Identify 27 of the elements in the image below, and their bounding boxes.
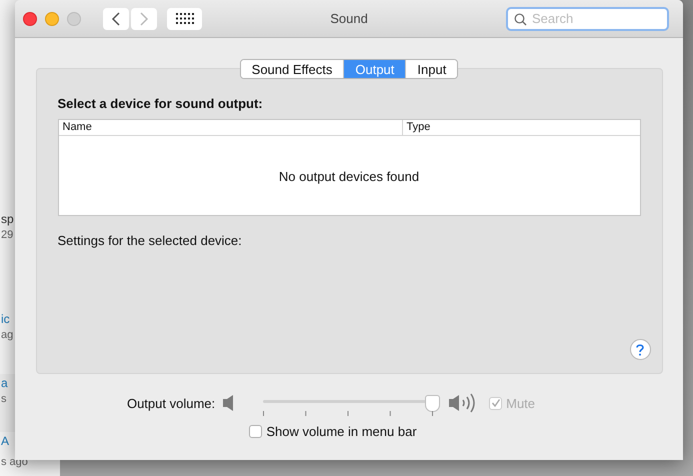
item-subtitle: ag (1, 329, 14, 342)
search-field[interactable]: Search (506, 6, 669, 30)
checkmark-icon (490, 398, 501, 408)
column-header[interactable]: Name (58, 120, 402, 135)
tab[interactable]: Input (405, 60, 458, 78)
window-title: Sound (329, 11, 369, 26)
help-icon (636, 344, 644, 356)
chevron-left-icon (111, 12, 121, 26)
settings-label: Settings for the selected device: (58, 233, 243, 248)
help-button[interactable] (630, 339, 650, 360)
menu-bar-checkbox[interactable]: Show volume in menu bar (249, 424, 417, 439)
column-header[interactable]: Type (402, 120, 430, 135)
back-button[interactable] (103, 8, 129, 30)
grid-icon (176, 12, 194, 24)
item-subtitle: 29 (1, 229, 14, 242)
chevron-right-icon (139, 12, 149, 26)
close-button[interactable] (23, 12, 37, 26)
section-heading: Select a device for sound output: (58, 96, 264, 111)
item-title: ic (1, 312, 10, 326)
volume-label: Output volume: (126, 396, 216, 410)
item-title: A (1, 434, 10, 448)
item-title: a (1, 376, 8, 390)
item-subtitle: s (1, 393, 6, 406)
show-all-button[interactable] (167, 8, 202, 30)
empty-message: No output devices found (278, 168, 420, 184)
slider-thumb[interactable] (425, 395, 440, 412)
item-title: sp (1, 212, 14, 226)
